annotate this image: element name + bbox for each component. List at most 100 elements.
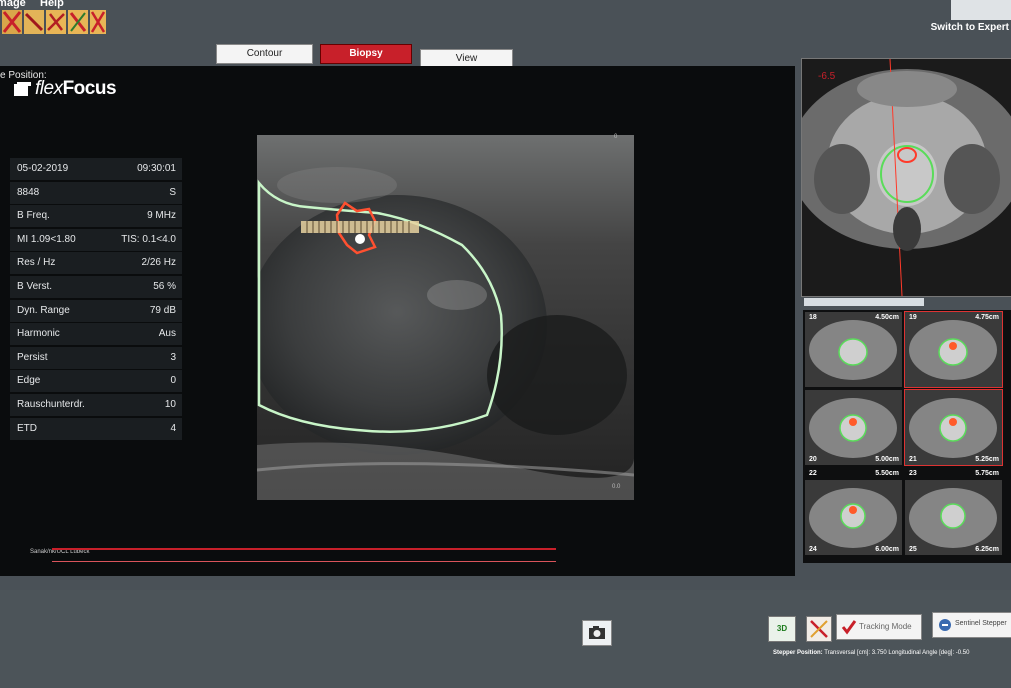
slice-image (905, 390, 1002, 465)
brand-name-part1: flex (35, 78, 63, 99)
slice-image (805, 312, 902, 387)
screenshot-button[interactable] (582, 620, 612, 646)
caption-line-secondary (52, 561, 556, 562)
tool-icon-3[interactable] (46, 10, 66, 34)
slice-distance: 6.25cm (975, 546, 999, 553)
param-value: 09:30:01 (137, 163, 176, 174)
stepper-label: Stepper Position: (773, 650, 823, 656)
checkmark-icon (841, 620, 857, 635)
mri-slice-thumb[interactable]: 18 4.50cm (805, 312, 902, 387)
mri-slice-thumb[interactable]: 25 6.25cm (905, 480, 1002, 555)
brand-name-part2: Focus (62, 78, 117, 99)
param-value: 4 (170, 422, 176, 434)
tool-icon-2[interactable] (24, 10, 44, 34)
param-key: Harmonic (17, 328, 60, 340)
param-value: 9 MHz (147, 210, 176, 222)
param-value: 0 (170, 375, 176, 387)
param-value: 2/26 Hz (141, 257, 176, 269)
slice-index: 20 (809, 456, 817, 463)
slice-image (805, 480, 902, 555)
param-value: 3 (170, 351, 176, 363)
tab-biopsy[interactable]: Biopsy (320, 44, 412, 64)
param-row: Harmonic Aus (10, 323, 182, 346)
slice-distance: 6.00cm (875, 546, 899, 553)
depth-scale-top: 0 (614, 134, 618, 140)
param-row: Rauschunterdr. 10 (10, 393, 182, 416)
param-row: Res / Hz 2/26 Hz (10, 252, 182, 275)
logo-icon (14, 82, 31, 96)
param-value: 10 (164, 398, 176, 410)
menu-bar: Image Help (0, 0, 1011, 10)
param-row: 8848 S (10, 181, 182, 204)
slice-index: 24 (809, 546, 817, 553)
param-key: B Freq. (17, 210, 50, 222)
tool-icon-5[interactable] (90, 10, 106, 34)
mri-slider[interactable] (804, 298, 924, 306)
param-row: Dyn. Range 79 dB (10, 299, 182, 322)
slice-image (905, 480, 1002, 555)
caption-line (52, 548, 556, 550)
slice-distance: 4.75cm (975, 314, 999, 321)
slice-distance: 5.25cm (975, 456, 999, 463)
slice-distance: 5.50cm (875, 470, 899, 477)
ultrasound-image[interactable] (257, 135, 634, 500)
param-row: MI 1.09<1.80 TIS: 0.1<4.0 (10, 228, 182, 251)
slice-index: 22 (809, 470, 817, 477)
mri-slice-thumb-selected[interactable]: 19 4.75cm (904, 311, 1003, 388)
needle-tool-button[interactable] (806, 616, 832, 642)
mri-axial-graphic (802, 59, 1011, 296)
slice-index: 18 (809, 314, 817, 321)
param-key: B Verst. (17, 280, 53, 292)
slice-index: 23 (909, 470, 917, 477)
param-value: TIS: 0.1<4.0 (121, 233, 176, 245)
param-value: Aus (158, 328, 176, 340)
param-value: S (169, 186, 176, 198)
tool-icon-1[interactable] (2, 10, 22, 34)
param-key: ETD (17, 422, 37, 434)
param-key: Rauschunterdr. (17, 398, 85, 410)
param-row: ETD 4 (10, 417, 182, 440)
param-key: MI 1.09<1.80 (17, 233, 76, 245)
param-key: Persist (17, 351, 48, 363)
param-key: 05-02-2019 (17, 163, 69, 174)
slice-image (905, 312, 1002, 387)
sentinel-stepper-button[interactable]: Sentinel Stepper (932, 612, 1011, 638)
mri-slice-thumb[interactable]: 20 5.00cm (805, 390, 902, 465)
switch-expert-link[interactable]: Switch to Expert (931, 22, 1009, 33)
toolbar (0, 10, 110, 36)
tracking-mode-label: Tracking Mode (859, 622, 912, 631)
param-row: Edge 0 (10, 370, 182, 393)
slice-distance: 5.00cm (875, 456, 899, 463)
param-value: 56 % (153, 280, 176, 292)
param-row: B Verst. 56 % (10, 275, 182, 298)
tool-icon-4[interactable] (68, 10, 88, 34)
angle-value: -0.50 (955, 650, 970, 656)
param-row: Persist 3 (10, 346, 182, 369)
slice-index: 21 (909, 456, 917, 463)
window-tab[interactable] (951, 0, 1011, 20)
menu-help[interactable]: Help (40, 0, 64, 9)
mri-slice-thumb-selected[interactable]: 21 5.25cm (904, 389, 1003, 466)
depth-scale-bottom: 0.0 (612, 484, 621, 490)
tracking-mode-button[interactable]: Tracking Mode (836, 614, 922, 640)
3d-view-button[interactable]: 3D (768, 616, 796, 642)
param-row: 05-02-2019 09:30:01 (10, 158, 182, 180)
needle-icon (810, 620, 828, 638)
param-key: Res / Hz (17, 257, 56, 269)
stepper-position-readout: Stepper Position: Transversal [cm]: 3.75… (773, 650, 969, 656)
ultrasound-graphic (257, 135, 634, 500)
param-row: B Freq. 9 MHz (10, 205, 182, 228)
slice-distance: 5.75cm (975, 470, 999, 477)
mri-slice-thumb[interactable]: 24 6.00cm (805, 480, 902, 555)
mri-slice-grid: 18 4.50cm 19 4.75cm 20 5.00cm 21 5.25cm 22 5.… (803, 310, 1011, 563)
mri-axial-view[interactable]: -6.5 (801, 58, 1011, 297)
slice-distance: 4.50cm (875, 314, 899, 321)
tab-contour[interactable]: Contour (216, 44, 313, 64)
brand-logo: flexFocus (14, 78, 117, 100)
slice-index: 25 (909, 546, 917, 553)
param-value: 79 dB (149, 304, 176, 316)
menu-image[interactable]: Image (0, 0, 26, 9)
sentinel-icon (939, 619, 951, 631)
transversal-value: 3.750 (871, 650, 887, 656)
param-key: Edge (17, 375, 41, 387)
